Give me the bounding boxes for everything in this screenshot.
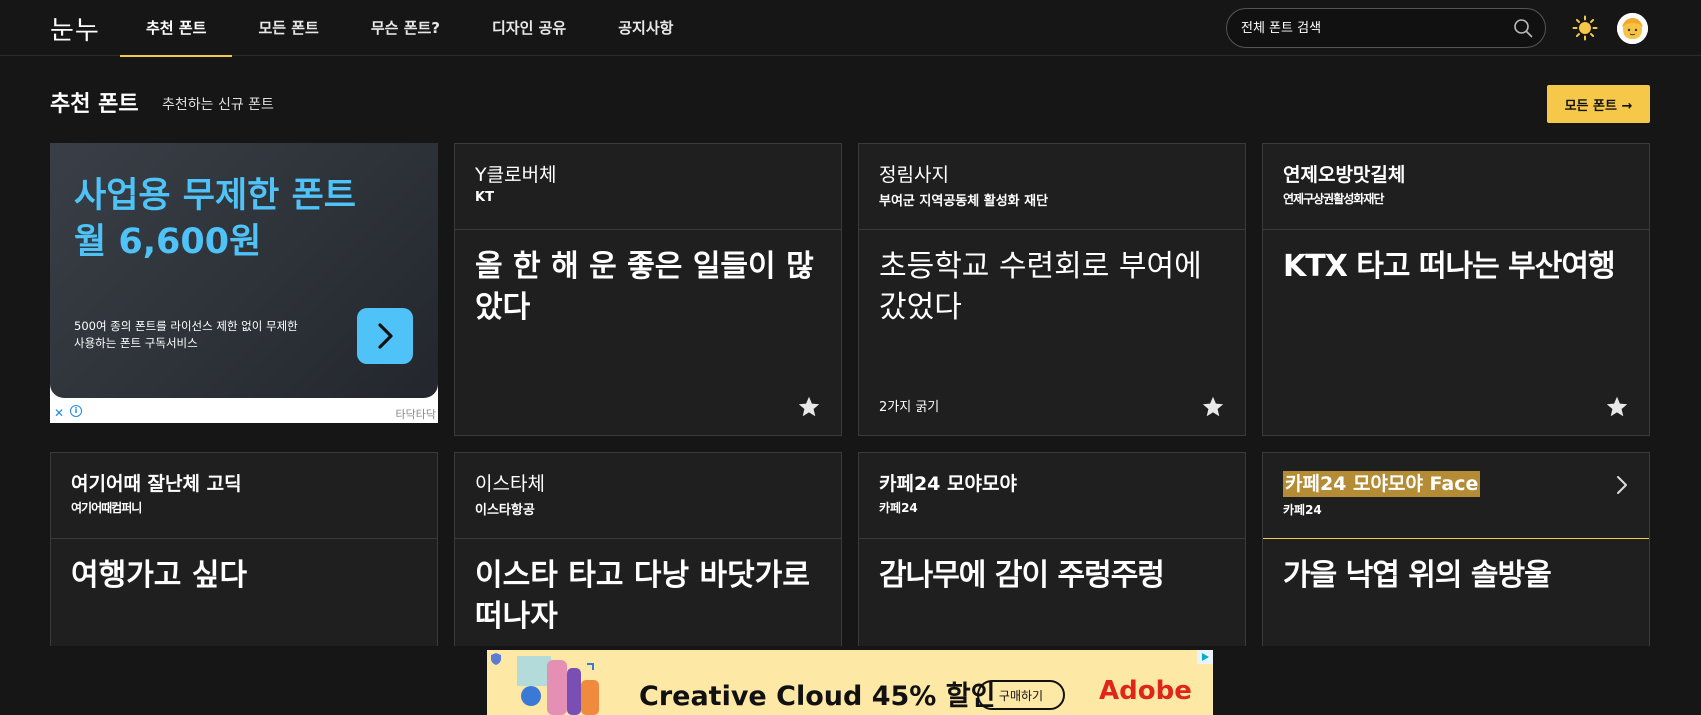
font-card[interactable]: 연제오방맛길체 연제구상권활성화재단 KTX 타고 떠나는 부산여행 [1262, 143, 1650, 436]
card-header: 정림사지 부여군 지역공동체 활성화 재단 [859, 144, 1245, 230]
font-card[interactable]: Y클로버체 KT 올 한 해 운 좋은 일들이 많았다 [454, 143, 842, 436]
font-maker: 이스타항공 [475, 503, 535, 518]
ad-info-icon[interactable]: i [70, 405, 82, 417]
card-header: 연제오방맛길체 연제구상권활성화재단 [1263, 144, 1649, 230]
card-header: Y클로버체 KT [455, 144, 841, 230]
top-navigation-bar: 눈누 추천 폰트 모든 폰트 무슨 폰트? 디자인 공유 공지사항 [0, 0, 1701, 57]
card-header: 이스타체 이스타항공 [455, 453, 841, 539]
banner-brand-logo: Adobe [1099, 676, 1192, 706]
ad-close-icon[interactable]: ✕ [54, 406, 64, 420]
all-fonts-button[interactable]: 모든 폰트 → [1547, 85, 1650, 123]
font-maker: KT [475, 190, 494, 205]
site-logo[interactable]: 눈누 [50, 10, 100, 47]
font-name-highlighted: 카페24 모야모야 Face [1283, 471, 1481, 497]
card-header: 카페24 모야모야 카페24 [859, 453, 1245, 539]
banner-buy-button[interactable]: 구매하기 [977, 680, 1065, 710]
search-box [1226, 8, 1546, 48]
font-name: 정림사지 [879, 164, 949, 186]
font-card[interactable]: 여기어때 잘난체 고딕 여기어때컴퍼니 여행가고 싶다 [50, 452, 438, 662]
ad-brand-label: 타닥타닥 [395, 408, 436, 421]
font-name: 카페24 모야모야 [879, 473, 1017, 495]
font-name: Y클로버체 [475, 164, 557, 186]
font-card[interactable]: 이스타체 이스타항공 이스타 타고 다낭 바닷가로 떠나자 [454, 452, 842, 662]
avatar-face-icon [1617, 13, 1648, 44]
ad-desc-line1: 500여 종의 폰트를 라이선스 제한 없이 무제한 [74, 319, 298, 333]
banner-headline: Creative Cloud 45% 할인 [639, 681, 996, 712]
font-weights-count: 2가지 굵기 [879, 400, 940, 415]
font-maker: 카페24 [1283, 503, 1322, 517]
font-sample-text: 감나무에 감이 주렁주렁 [879, 558, 1165, 593]
ad-desc-line2: 사용하는 폰트 구독서비스 [74, 336, 198, 350]
font-sample-text: KTX 타고 떠나는 부산여행 [1283, 249, 1616, 284]
favorite-star-icon[interactable] [1201, 395, 1225, 419]
illustration-icon [507, 650, 617, 715]
adobe-ad-banner[interactable]: Creative Cloud 45% 할인 구매하기 Adobe [487, 650, 1213, 715]
nav-tab-all-fonts[interactable]: 모든 폰트 [232, 0, 344, 56]
card-header: 카페24 모야모야 Face 카페24 [1263, 453, 1649, 539]
nav-tab-recommended[interactable]: 추천 폰트 [120, 0, 233, 57]
font-card[interactable]: 카페24 모야모야 카페24 감나무에 감이 주렁주렁 [858, 452, 1246, 662]
ad-headline-line2: 월 6,600원 [74, 222, 262, 262]
user-avatar[interactable] [1617, 13, 1648, 44]
shield-icon [491, 653, 501, 665]
nav-tab-what-font[interactable]: 무슨 폰트? [345, 0, 466, 56]
font-sample-text: 이스타 타고 다낭 바닷가로 떠나자 [475, 558, 810, 634]
search-icon[interactable] [1513, 18, 1533, 38]
font-sample-text: 올 한 해 운 좋은 일들이 많았다 [475, 249, 814, 325]
font-sample-text: 초등학교 수련회로 부여에 갔었다 [879, 249, 1202, 325]
font-maker: 연제구상권활성화재단 [1283, 192, 1384, 206]
favorite-star-icon[interactable] [1605, 395, 1629, 419]
subscription-ad[interactable]: 사업용 무제한 폰트 월 6,600원 500여 종의 폰트를 라이선스 제한 … [50, 143, 438, 423]
chevron-right-icon[interactable] [1613, 473, 1631, 497]
font-card-hovered[interactable]: 카페24 모야모야 Face 카페24 가을 낙엽 위의 솔방울 [1262, 452, 1650, 662]
font-sample-text: 여행가고 싶다 [71, 558, 248, 593]
theme-sun-icon[interactable] [1572, 15, 1598, 41]
nav-tab-notice[interactable]: 공지사항 [592, 0, 699, 56]
font-sample-text: 가을 낙엽 위의 솔방울 [1283, 558, 1552, 593]
main-nav: 추천 폰트 모든 폰트 무슨 폰트? 디자인 공유 공지사항 [120, 0, 699, 57]
font-name: 카페24 모야모야 Face [1283, 471, 1629, 497]
ad-description: 500여 종의 폰트를 라이선스 제한 없이 무제한 사용하는 폰트 구독서비스 [74, 318, 324, 352]
font-maker: 카페24 [879, 501, 918, 515]
font-maker: 여기어때컴퍼니 [71, 501, 142, 515]
section-subtitle: 추천하는 신규 폰트 [162, 97, 274, 113]
font-card[interactable]: 정림사지 부여군 지역공동체 활성화 재단 초등학교 수련회로 부여에 갔었다 … [858, 143, 1246, 436]
ad-choices-icon[interactable] [1197, 650, 1213, 664]
search-input[interactable] [1241, 9, 1501, 47]
font-name: 이스타체 [475, 473, 545, 495]
font-name: 여기어때 잘난체 고딕 [71, 473, 242, 495]
card-header: 여기어때 잘난체 고딕 여기어때컴퍼니 [51, 453, 437, 539]
font-name: 연제오방맛길체 [1283, 164, 1406, 186]
font-maker: 부여군 지역공동체 활성화 재단 [879, 194, 1049, 209]
chevron-right-icon [378, 323, 393, 349]
ad-arrow-button[interactable] [357, 308, 413, 364]
nav-tab-design-share[interactable]: 디자인 공유 [466, 0, 592, 56]
ad-headline-line1: 사업용 무제한 폰트 [74, 176, 356, 216]
ad-panel: 사업용 무제한 폰트 월 6,600원 500여 종의 폰트를 라이선스 제한 … [50, 143, 438, 398]
ad-headline: 사업용 무제한 폰트 월 6,600원 [74, 173, 356, 265]
favorite-star-icon[interactable] [797, 395, 821, 419]
section-title: 추천 폰트 [50, 92, 139, 117]
